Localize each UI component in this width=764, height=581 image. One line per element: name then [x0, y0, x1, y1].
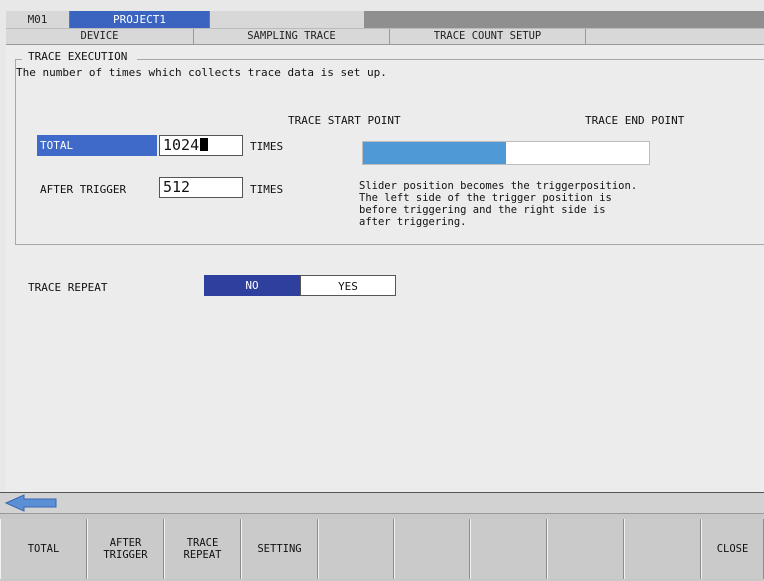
slider-hint-text: Slider position becomes the triggerposit… [359, 180, 638, 228]
fkey-empty-6 [394, 519, 470, 579]
trace-repeat-yes-button[interactable]: YES [300, 275, 396, 296]
slider-fill [363, 142, 506, 164]
fkey-total[interactable]: TOTAL [0, 519, 87, 579]
tab-empty [586, 29, 764, 44]
tab-sampling-trace[interactable]: SAMPLING TRACE [194, 29, 390, 44]
fkey-empty-7 [470, 519, 547, 579]
project-label: PROJECT1 [70, 11, 210, 28]
total-input[interactable]: 1024 [159, 135, 243, 156]
tab-strip: DEVICE SAMPLING TRACE TRACE COUNT SETUP [6, 28, 764, 45]
trace-execution-legend: TRACE EXECUTION [22, 50, 138, 63]
fkey-empty-9 [624, 519, 701, 579]
fkey-close[interactable]: CLOSE [701, 519, 764, 579]
text-cursor [200, 138, 209, 151]
left-arrow-icon[interactable] [4, 494, 60, 512]
tab-device[interactable]: DEVICE [6, 29, 194, 44]
fkey-after-trigger[interactable]: AFTER TRIGGER [87, 519, 164, 579]
station-label: M01 [6, 11, 70, 28]
title-bar: M01 PROJECT1 [6, 11, 764, 28]
title-blank [210, 11, 364, 28]
trace-repeat-no-button[interactable]: NO [204, 275, 300, 296]
total-label: TOTAL [37, 135, 157, 156]
screen: M01 PROJECT1 DEVICE SAMPLING TRACE TRACE… [0, 0, 764, 581]
after-trigger-value: 512 [163, 178, 191, 196]
after-trigger-unit-label: TIMES [250, 183, 284, 196]
tab-trace-count-setup[interactable]: TRACE COUNT SETUP [390, 29, 586, 44]
trace-start-point-label: TRACE START POINT [288, 114, 401, 127]
after-trigger-input[interactable]: 512 [159, 177, 243, 198]
function-key-bar: TOTAL AFTER TRIGGER TRACE REPEAT SETTING… [0, 513, 764, 581]
navigation-bar [0, 492, 764, 513]
trigger-position-slider[interactable] [362, 141, 650, 165]
trace-repeat-label: TRACE REPEAT [28, 281, 108, 294]
total-unit-label: TIMES [250, 140, 284, 153]
trace-end-point-label: TRACE END POINT [585, 114, 685, 127]
fkey-trace-repeat[interactable]: TRACE REPEAT [164, 519, 241, 579]
fkey-empty-8 [547, 519, 624, 579]
after-trigger-label: AFTER TRIGGER [40, 183, 127, 196]
total-value: 1024 [163, 136, 200, 154]
fkey-setting[interactable]: SETTING [241, 519, 318, 579]
fkey-empty-5 [318, 519, 394, 579]
